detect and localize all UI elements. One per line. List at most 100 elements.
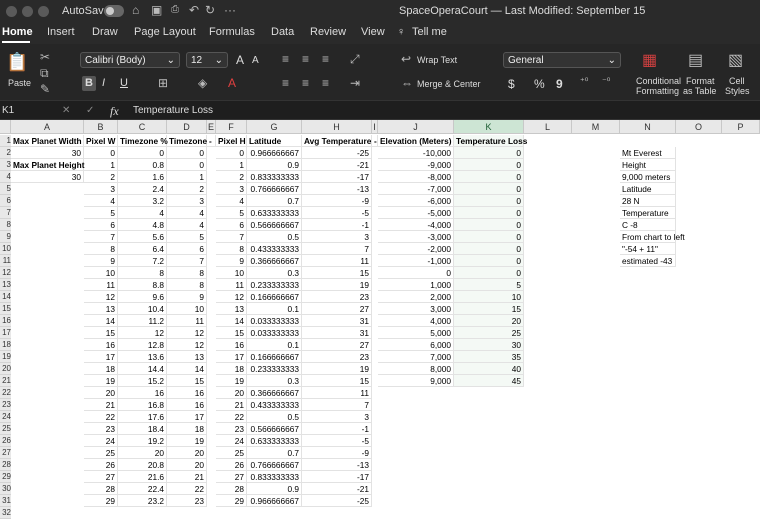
cell-c16[interactable]: 11.2 bbox=[118, 315, 167, 327]
cell-styles-label-2[interactable]: Styles bbox=[725, 86, 750, 96]
cell-a2[interactable]: 30 bbox=[11, 147, 84, 159]
tell-me-search[interactable]: Tell me bbox=[412, 26, 447, 38]
column-header-e[interactable]: E bbox=[207, 120, 216, 134]
tab-page-layout[interactable]: Page Layout bbox=[134, 26, 196, 38]
cell-h19[interactable]: 23 bbox=[302, 351, 372, 363]
cell-d27[interactable]: 20 bbox=[167, 447, 207, 459]
cell-e1[interactable]: - bbox=[207, 135, 216, 147]
cell-g25[interactable]: 0.566666667 bbox=[247, 423, 302, 435]
cell-c9[interactable]: 5.6 bbox=[118, 231, 167, 243]
font-color-icon[interactable]: A bbox=[228, 76, 236, 90]
column-header-h[interactable]: H bbox=[302, 120, 372, 134]
cell-d25[interactable]: 18 bbox=[167, 423, 207, 435]
cell-j17[interactable]: 5,000 bbox=[378, 327, 454, 339]
row-header-13[interactable]: 13 bbox=[0, 279, 11, 291]
cell-j9[interactable]: -3,000 bbox=[378, 231, 454, 243]
cell-j2[interactable]: -10,000 bbox=[378, 147, 454, 159]
cell-d22[interactable]: 16 bbox=[167, 387, 207, 399]
cell-h29[interactable]: -17 bbox=[302, 471, 372, 483]
tab-insert[interactable]: Insert bbox=[47, 26, 75, 38]
cell-f31[interactable]: 29 bbox=[216, 495, 247, 507]
row-header-14[interactable]: 14 bbox=[0, 291, 11, 303]
cell-f17[interactable]: 15 bbox=[216, 327, 247, 339]
cell-d3[interactable]: 0 bbox=[167, 159, 207, 171]
cell-b10[interactable]: 8 bbox=[84, 243, 118, 255]
wrap-text-button[interactable]: Wrap Text bbox=[417, 55, 457, 65]
cell-n2[interactable]: Mt Everest bbox=[620, 147, 676, 159]
column-header-d[interactable]: D bbox=[167, 120, 207, 134]
copy-icon[interactable]: ⧉ bbox=[40, 66, 49, 81]
row-header-9[interactable]: 9 bbox=[0, 231, 11, 243]
cell-h24[interactable]: 3 bbox=[302, 411, 372, 423]
cell-g28[interactable]: 0.766666667 bbox=[247, 459, 302, 471]
font-family-select[interactable]: Calibri (Body) ⌄ bbox=[80, 52, 180, 68]
column-header-a[interactable]: A bbox=[11, 120, 84, 134]
cell-j6[interactable]: -6,000 bbox=[378, 195, 454, 207]
cell-c7[interactable]: 4 bbox=[118, 207, 167, 219]
cell-b1[interactable]: Pixel W bbox=[84, 135, 118, 147]
row-header-27[interactable]: 27 bbox=[0, 447, 11, 459]
cell-d2[interactable]: 0 bbox=[167, 147, 207, 159]
cell-j12[interactable]: 0 bbox=[378, 267, 454, 279]
cell-g2[interactable]: 0.966666667 bbox=[247, 147, 302, 159]
cell-g6[interactable]: 0.7 bbox=[247, 195, 302, 207]
align-bottom-icon[interactable]: ≡ bbox=[322, 52, 329, 66]
cell-a4[interactable]: 30 bbox=[11, 171, 84, 183]
cell-b23[interactable]: 21 bbox=[84, 399, 118, 411]
cell-f11[interactable]: 9 bbox=[216, 255, 247, 267]
cell-d11[interactable]: 7 bbox=[167, 255, 207, 267]
cell-f27[interactable]: 25 bbox=[216, 447, 247, 459]
cell-h9[interactable]: 3 bbox=[302, 231, 372, 243]
cell-k4[interactable]: 0 bbox=[454, 171, 524, 183]
autosave-toggle[interactable] bbox=[104, 5, 124, 17]
cell-k18[interactable]: 30 bbox=[454, 339, 524, 351]
cell-g23[interactable]: 0.433333333 bbox=[247, 399, 302, 411]
cell-c12[interactable]: 8 bbox=[118, 267, 167, 279]
cell-b30[interactable]: 28 bbox=[84, 483, 118, 495]
cell-b29[interactable]: 27 bbox=[84, 471, 118, 483]
cell-b13[interactable]: 11 bbox=[84, 279, 118, 291]
format-as-table-label-2[interactable]: as Table bbox=[683, 86, 716, 96]
row-header-23[interactable]: 23 bbox=[0, 399, 11, 411]
cell-f14[interactable]: 12 bbox=[216, 291, 247, 303]
cell-h25[interactable]: -1 bbox=[302, 423, 372, 435]
column-header-g[interactable]: G bbox=[247, 120, 302, 134]
cell-f9[interactable]: 7 bbox=[216, 231, 247, 243]
cell-h21[interactable]: 15 bbox=[302, 375, 372, 387]
cell-c8[interactable]: 4.8 bbox=[118, 219, 167, 231]
column-header-m[interactable]: M bbox=[572, 120, 620, 134]
row-header-8[interactable]: 8 bbox=[0, 219, 11, 231]
cell-f24[interactable]: 22 bbox=[216, 411, 247, 423]
cell-j14[interactable]: 2,000 bbox=[378, 291, 454, 303]
cell-k1[interactable]: Temperature Loss bbox=[454, 135, 527, 147]
cell-b20[interactable]: 18 bbox=[84, 363, 118, 375]
cell-h15[interactable]: 27 bbox=[302, 303, 372, 315]
cell-d7[interactable]: 4 bbox=[167, 207, 207, 219]
cell-f10[interactable]: 8 bbox=[216, 243, 247, 255]
cell-g18[interactable]: 0.1 bbox=[247, 339, 302, 351]
row-header-1[interactable]: 1 bbox=[0, 135, 11, 147]
cell-j15[interactable]: 3,000 bbox=[378, 303, 454, 315]
cell-f20[interactable]: 18 bbox=[216, 363, 247, 375]
cell-g24[interactable]: 0.5 bbox=[247, 411, 302, 423]
row-header-29[interactable]: 29 bbox=[0, 471, 11, 483]
cell-b27[interactable]: 25 bbox=[84, 447, 118, 459]
cell-n9[interactable]: From chart to left bbox=[620, 231, 685, 243]
cell-h31[interactable]: -25 bbox=[302, 495, 372, 507]
cell-styles-label-1[interactable]: Cell bbox=[729, 76, 745, 86]
cell-h3[interactable]: -21 bbox=[302, 159, 372, 171]
cell-b28[interactable]: 26 bbox=[84, 459, 118, 471]
cell-h6[interactable]: -9 bbox=[302, 195, 372, 207]
orientation-icon[interactable]: ⤢ bbox=[350, 52, 360, 67]
cell-c20[interactable]: 14.4 bbox=[118, 363, 167, 375]
cell-h20[interactable]: 19 bbox=[302, 363, 372, 375]
cell-j13[interactable]: 1,000 bbox=[378, 279, 454, 291]
cell-h4[interactable]: -17 bbox=[302, 171, 372, 183]
cell-k8[interactable]: 0 bbox=[454, 219, 524, 231]
cell-g16[interactable]: 0.033333333 bbox=[247, 315, 302, 327]
cell-b16[interactable]: 14 bbox=[84, 315, 118, 327]
cell-d15[interactable]: 10 bbox=[167, 303, 207, 315]
cell-f25[interactable]: 23 bbox=[216, 423, 247, 435]
cell-b11[interactable]: 9 bbox=[84, 255, 118, 267]
cell-h17[interactable]: 31 bbox=[302, 327, 372, 339]
